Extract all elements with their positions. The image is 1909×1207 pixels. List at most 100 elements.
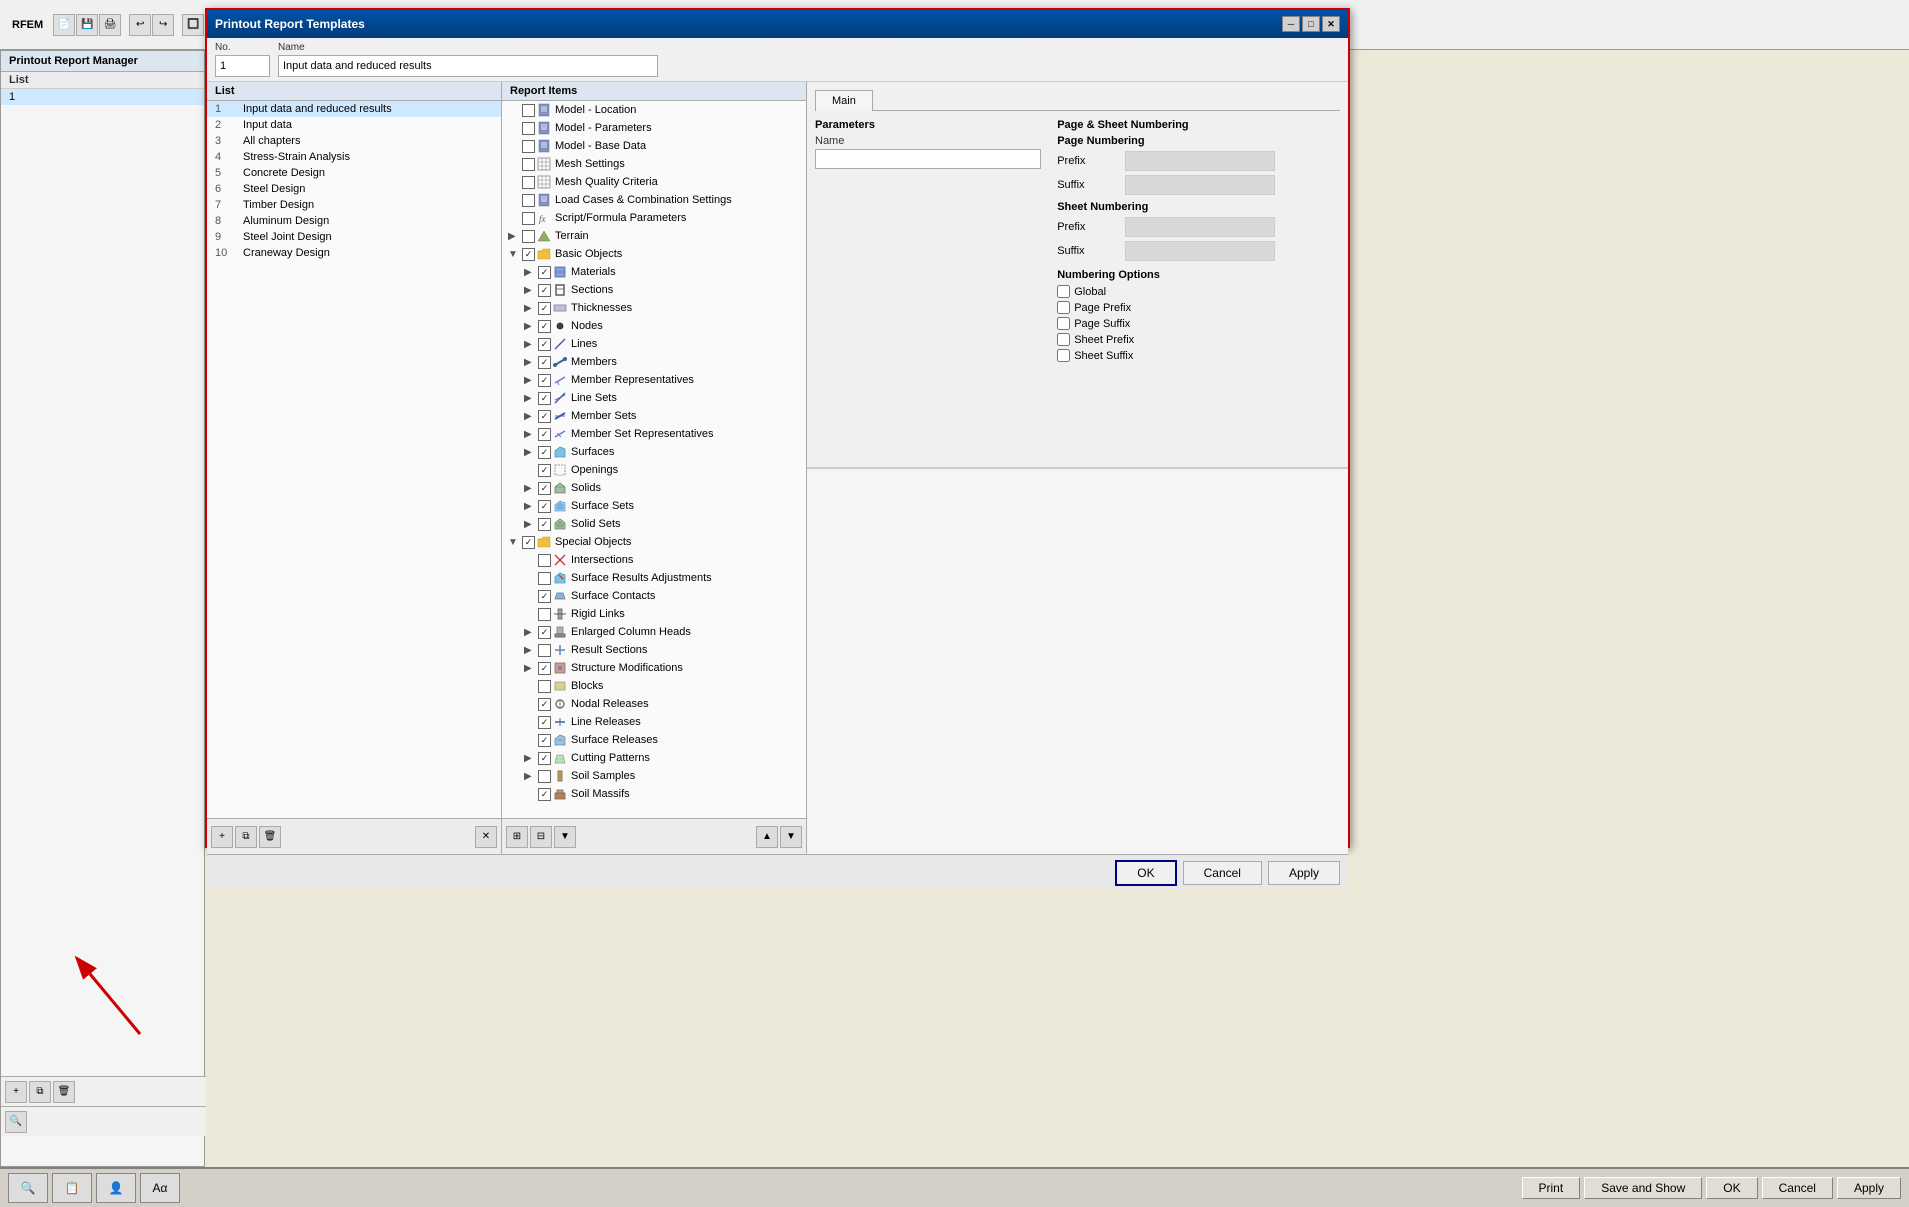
report-down-btn[interactable]: ▼: [780, 826, 802, 848]
tree-item-materials[interactable]: ▶ ✓ Materials: [502, 263, 806, 281]
list-row[interactable]: 9Steel Joint Design: [207, 229, 501, 245]
dialog-maximize-btn[interactable]: □: [1302, 16, 1320, 32]
tree-item-model-location[interactable]: Model - Location: [502, 101, 806, 119]
page-prefix-input[interactable]: [1125, 151, 1275, 171]
dialog-cancel-btn[interactable]: Cancel: [1183, 861, 1262, 885]
toolbar-btn-2[interactable]: 💾: [76, 14, 98, 36]
toolbar-btn-1[interactable]: 📄: [53, 14, 75, 36]
tree-item-solids[interactable]: ▶ ✓ Solids: [502, 479, 806, 497]
tree-cb[interactable]: ✓: [522, 248, 535, 261]
tree-item-member-set-reps[interactable]: ▶ ✓ Member Set Representatives: [502, 425, 806, 443]
tree-cb[interactable]: [538, 644, 551, 657]
tree-item-member-sets[interactable]: ▶ ✓ Member Sets: [502, 407, 806, 425]
tree-cb[interactable]: ✓: [538, 716, 551, 729]
tree-item-script-formula[interactable]: fx Script/Formula Parameters: [502, 209, 806, 227]
tree-cb[interactable]: ✓: [538, 752, 551, 765]
name-input[interactable]: [278, 55, 658, 77]
tree-cb[interactable]: ✓: [538, 410, 551, 423]
tree-item-surface-sets[interactable]: ▶ ✓ Surface Sets: [502, 497, 806, 515]
tree-cb[interactable]: ✓: [538, 518, 551, 531]
report-panel-items[interactable]: Model - Location Model - Parameters Mode…: [502, 101, 806, 818]
param-name-input[interactable]: [815, 149, 1041, 169]
manager-search-btn[interactable]: 🔍: [5, 1111, 27, 1133]
cb-sheet-prefix[interactable]: [1057, 333, 1070, 346]
manager-add-btn[interactable]: +: [5, 1081, 27, 1103]
dialog-minimize-btn[interactable]: ─: [1282, 16, 1300, 32]
tree-item-openings[interactable]: ✓ Openings: [502, 461, 806, 479]
tree-item-line-releases[interactable]: ✓ Line Releases: [502, 713, 806, 731]
tree-cb[interactable]: [522, 122, 535, 135]
tree-cb[interactable]: ✓: [538, 428, 551, 441]
toolbar-btn-5[interactable]: ↪: [152, 14, 174, 36]
tree-expander[interactable]: ▶: [524, 447, 538, 458]
tree-cb[interactable]: [538, 680, 551, 693]
tree-expander[interactable]: ▶: [524, 483, 538, 494]
tree-item-terrain[interactable]: ▶ Terrain: [502, 227, 806, 245]
report-up-btn[interactable]: ▲: [756, 826, 778, 848]
tree-item-surface-results-adj[interactable]: Surface Results Adjustments: [502, 569, 806, 587]
dialog-apply-btn[interactable]: Apply: [1268, 861, 1340, 885]
taskbar-save-show-btn[interactable]: Save and Show: [1584, 1177, 1702, 1199]
taskbar-cancel-btn[interactable]: Cancel: [1762, 1177, 1833, 1199]
tree-item-members[interactable]: ▶ ✓ Members: [502, 353, 806, 371]
tree-cb[interactable]: [538, 572, 551, 585]
list-delete-btn[interactable]: 🗑: [259, 826, 281, 848]
taskbar-icon-2[interactable]: 📋: [52, 1173, 92, 1203]
tree-cb[interactable]: [522, 140, 535, 153]
tree-cb[interactable]: ✓: [538, 734, 551, 747]
list-add-btn[interactable]: +: [211, 826, 233, 848]
tree-cb[interactable]: [522, 104, 535, 117]
tree-cb[interactable]: ✓: [538, 464, 551, 477]
tree-item-special-objects[interactable]: ▼ ✓ Special Objects: [502, 533, 806, 551]
toolbar-btn-6[interactable]: 🔲: [182, 14, 204, 36]
tree-item-enlarged-column[interactable]: ▶ ✓ Enlarged Column Heads: [502, 623, 806, 641]
tree-expander[interactable]: ▶: [524, 663, 538, 674]
tree-cb[interactable]: ✓: [538, 338, 551, 351]
tree-expander[interactable]: ▶: [524, 753, 538, 764]
tree-expander[interactable]: ▼: [508, 249, 522, 260]
tree-cb[interactable]: [538, 770, 551, 783]
tree-item-line-sets[interactable]: ▶ ✓ Line Sets: [502, 389, 806, 407]
tree-cb[interactable]: ✓: [538, 284, 551, 297]
taskbar-ok-btn[interactable]: OK: [1706, 1177, 1757, 1199]
tree-cb[interactable]: ✓: [538, 662, 551, 675]
sheet-prefix-input[interactable]: [1125, 217, 1275, 237]
no-input[interactable]: [215, 55, 270, 77]
tree-item-model-parameters[interactable]: Model - Parameters: [502, 119, 806, 137]
taskbar-apply-btn[interactable]: Apply: [1837, 1177, 1901, 1199]
tree-cb[interactable]: [538, 554, 551, 567]
tree-item-mesh-settings[interactable]: Mesh Settings: [502, 155, 806, 173]
toolbar-btn-4[interactable]: ↩: [129, 14, 151, 36]
report-expand-btn[interactable]: ⊞: [506, 826, 528, 848]
tree-item-lines[interactable]: ▶ ✓ Lines: [502, 335, 806, 353]
taskbar-print-btn[interactable]: Print: [1522, 1177, 1581, 1199]
tree-expander[interactable]: ▶: [524, 519, 538, 530]
tree-item-mesh-quality-criteria[interactable]: Mesh Quality Criteria: [502, 173, 806, 191]
tree-cb[interactable]: ✓: [538, 788, 551, 801]
tree-item-surface-releases[interactable]: ✓ Surface Releases: [502, 731, 806, 749]
tree-item-soil-massifs[interactable]: ✓ Soil Massifs: [502, 785, 806, 803]
tree-expander[interactable]: ▶: [508, 231, 522, 242]
tree-expander[interactable]: ▶: [524, 627, 538, 638]
tree-cb[interactable]: ✓: [538, 266, 551, 279]
tree-cb[interactable]: ✓: [538, 482, 551, 495]
tree-item-blocks[interactable]: Blocks: [502, 677, 806, 695]
taskbar-icon-3[interactable]: 👤: [96, 1173, 136, 1203]
manager-copy-btn[interactable]: ⧉: [29, 1081, 51, 1103]
tree-cb[interactable]: ✓: [538, 698, 551, 711]
tree-cb[interactable]: [538, 608, 551, 621]
cb-page-prefix[interactable]: [1057, 301, 1070, 314]
tree-expander[interactable]: ▶: [524, 321, 538, 332]
cb-sheet-suffix[interactable]: [1057, 349, 1070, 362]
tree-expander[interactable]: ▶: [524, 339, 538, 350]
page-suffix-input[interactable]: [1125, 175, 1275, 195]
cb-global[interactable]: [1057, 285, 1070, 298]
tree-item-load-cases[interactable]: Load Cases & Combination Settings: [502, 191, 806, 209]
tree-cb[interactable]: ✓: [538, 392, 551, 405]
tree-expander[interactable]: ▶: [524, 393, 538, 404]
tree-cb[interactable]: ✓: [538, 302, 551, 315]
tree-item-basic-objects[interactable]: ▼ ✓ Basic Objects: [502, 245, 806, 263]
tree-item-nodes[interactable]: ▶ ✓ Nodes: [502, 317, 806, 335]
tree-expander[interactable]: ▶: [524, 411, 538, 422]
tree-expander[interactable]: ▶: [524, 501, 538, 512]
